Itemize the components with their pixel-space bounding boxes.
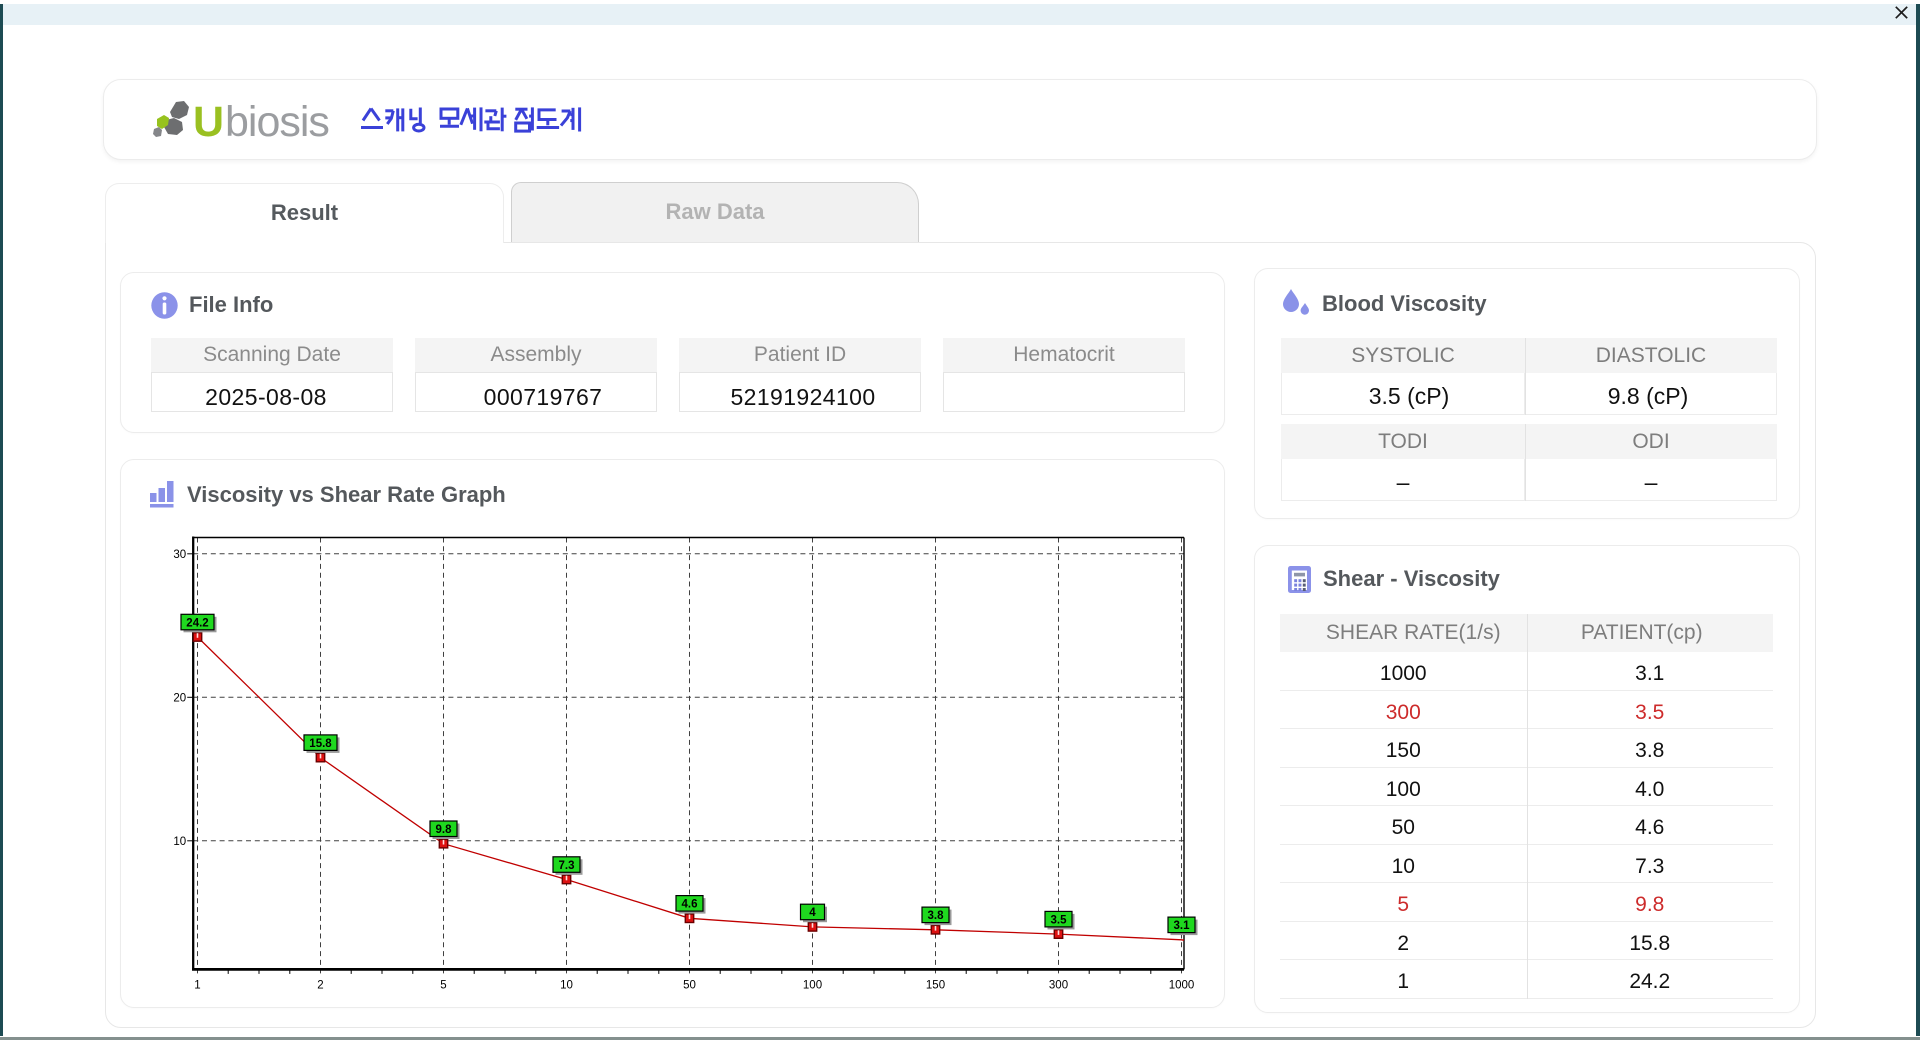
svg-text:24.2: 24.2: [186, 617, 208, 629]
svg-text:4.6: 4.6: [682, 899, 698, 911]
svg-text:10: 10: [173, 836, 186, 848]
svg-text:1000: 1000: [1169, 979, 1195, 991]
svg-text:7.3: 7.3: [559, 860, 575, 872]
svg-text:1: 1: [194, 979, 200, 991]
svg-text:2: 2: [317, 979, 323, 991]
svg-text:30: 30: [173, 549, 186, 561]
svg-text:300: 300: [1049, 979, 1068, 991]
svg-text:50: 50: [683, 979, 696, 991]
svg-text:100: 100: [803, 979, 822, 991]
svg-text:5: 5: [440, 979, 446, 991]
svg-text:3.1: 3.1: [1174, 920, 1191, 932]
svg-text:150: 150: [926, 979, 945, 991]
svg-text:4: 4: [809, 907, 816, 919]
svg-text:3.5: 3.5: [1051, 914, 1068, 926]
svg-text:20: 20: [173, 692, 186, 704]
svg-text:10: 10: [560, 979, 573, 991]
svg-text:15.8: 15.8: [309, 738, 332, 750]
svg-text:3.8: 3.8: [928, 910, 945, 922]
svg-text:9.8: 9.8: [436, 824, 453, 836]
